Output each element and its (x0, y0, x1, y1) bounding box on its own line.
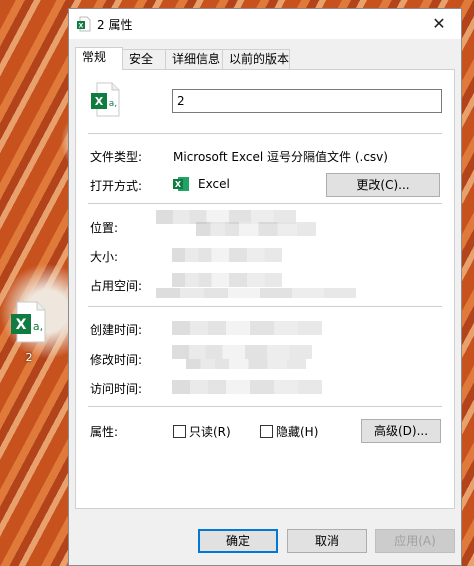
divider (88, 203, 442, 204)
excel-app-icon: X (173, 177, 189, 191)
change-button[interactable]: 更改(C)... (326, 173, 440, 197)
file-type-label: 文件类型: (90, 150, 143, 164)
hidden-checkbox[interactable]: 隐藏(H) (260, 423, 318, 440)
created-label: 创建时间: (90, 323, 143, 337)
location-value-redacted (196, 222, 316, 236)
svg-text:a,: a, (109, 99, 117, 109)
size-on-disk-value-redacted (156, 288, 356, 298)
size-on-disk-label: 占用空间: (90, 279, 143, 293)
svg-text:X: X (175, 180, 182, 189)
modified-label: 修改时间: (90, 353, 143, 367)
desktop-file-icon[interactable]: X a, 2 (6, 300, 52, 364)
size-label: 大小: (90, 250, 119, 264)
cancel-button[interactable]: 取消 (287, 529, 367, 553)
excel-title-icon: X (77, 16, 91, 32)
attributes-label: 属性: (90, 425, 119, 439)
file-type-value: Microsoft Excel 逗号分隔值文件 (.csv) (173, 150, 388, 164)
excel-csv-icon: X a, (11, 301, 46, 343)
window-title: 2 属性 (97, 18, 133, 32)
size-on-disk-value-redacted (172, 273, 282, 287)
divider (88, 306, 442, 307)
apply-button[interactable]: 应用(A) (375, 529, 455, 553)
accessed-label: 访问时间: (90, 382, 143, 396)
hidden-checkbox-box[interactable] (260, 425, 273, 438)
open-with-label: 打开方式: (90, 179, 143, 193)
divider (88, 406, 442, 407)
hidden-label: 隐藏(H) (276, 425, 319, 439)
tab-general[interactable]: 常规 (75, 47, 123, 70)
created-value-redacted (172, 321, 322, 335)
tab-previous-versions[interactable]: 以前的版本 (222, 49, 290, 69)
properties-dialog: X 2 属性 ✕ 常规 安全 详细信息 以前的版本 X a, 文件类型: Mic… (68, 8, 462, 566)
close-icon: ✕ (432, 14, 446, 33)
size-value-redacted (172, 248, 282, 262)
excel-file-large-icon: X a, (91, 82, 120, 117)
location-label: 位置: (90, 221, 119, 235)
svg-text:a,: a, (33, 320, 43, 333)
svg-text:X: X (79, 23, 84, 30)
readonly-label: 只读(R) (189, 425, 231, 439)
readonly-checkbox[interactable]: 只读(R) (173, 423, 231, 440)
tab-security[interactable]: 安全 (122, 49, 166, 69)
svg-text:X: X (16, 317, 27, 333)
file-name-input[interactable] (172, 89, 442, 113)
modified-value-redacted (186, 359, 306, 369)
ok-button[interactable]: 确定 (198, 529, 278, 553)
readonly-checkbox-box[interactable] (173, 425, 186, 438)
tab-details[interactable]: 详细信息 (165, 49, 223, 69)
title-bar[interactable]: X 2 属性 ✕ (69, 9, 461, 39)
svg-text:X: X (95, 95, 104, 108)
accessed-value-redacted (172, 380, 322, 394)
open-with-app-name: Excel (198, 177, 230, 191)
dialog-footer: 确定 取消 应用(A) (69, 511, 461, 565)
general-panel: X a, 文件类型: Microsoft Excel 逗号分隔值文件 (.csv… (75, 69, 455, 509)
desktop-file-label: 2 (25, 351, 33, 364)
close-button[interactable]: ✕ (417, 9, 461, 39)
advanced-button[interactable]: 高级(D)... (361, 419, 441, 443)
modified-value-redacted (172, 345, 312, 359)
divider (88, 133, 442, 134)
